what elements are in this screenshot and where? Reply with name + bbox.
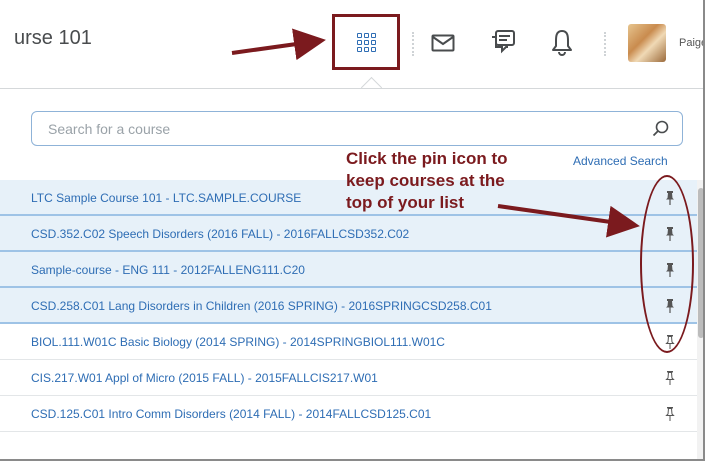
notifications-button[interactable] — [548, 26, 576, 58]
advanced-search-link[interactable]: Advanced Search — [573, 154, 668, 168]
course-list: LTC Sample Course 101 - LTC.SAMPLE.COURS… — [0, 180, 697, 432]
course-link[interactable]: CSD.352.C02 Speech Disorders (2016 FALL)… — [31, 227, 409, 241]
search-field[interactable] — [31, 111, 683, 146]
mail-icon — [431, 34, 455, 52]
annotation-ellipse — [640, 175, 694, 353]
course-row[interactable]: CSD.352.C02 Speech Disorders (2016 FALL)… — [0, 216, 697, 252]
course-title[interactable]: urse 101 — [14, 27, 92, 50]
annotation-text: Click the pin icon to keep courses at th… — [346, 148, 508, 214]
course-link[interactable]: BIOL.111.W01C Basic Biology (2014 SPRING… — [31, 335, 445, 349]
course-row[interactable]: CSD.258.C01 Lang Disorders in Children (… — [0, 288, 697, 324]
course-row[interactable]: CSD.125.C01 Intro Comm Disorders (2014 F… — [0, 396, 697, 432]
chat-icon — [492, 30, 515, 54]
mail-button[interactable] — [428, 30, 458, 56]
separator — [412, 32, 416, 56]
avatar[interactable] — [628, 24, 666, 62]
course-link[interactable]: LTC Sample Course 101 - LTC.SAMPLE.COURS… — [31, 191, 301, 205]
scrollbar[interactable] — [697, 180, 703, 459]
annotation-line: keep courses at the — [346, 171, 505, 190]
course-row[interactable]: BIOL.111.W01C Basic Biology (2014 SPRING… — [0, 324, 697, 360]
course-link[interactable]: CSD.125.C01 Intro Comm Disorders (2014 F… — [31, 407, 431, 421]
annotation-line: top of your list — [346, 193, 465, 212]
pin-icon[interactable] — [664, 406, 676, 427]
pin-icon[interactable] — [664, 370, 676, 391]
navbar: urse 101 Paige — [0, 0, 703, 99]
user-name[interactable]: Paige — [679, 37, 703, 49]
separator — [604, 32, 608, 56]
course-selector-button[interactable] — [332, 14, 400, 70]
annotation-line: Click the pin icon to — [346, 149, 508, 168]
course-selector-panel: Advanced Search LTC Sample Course 101 - … — [0, 88, 703, 459]
course-row[interactable]: CIS.217.W01 Appl of Micro (2015 FALL) - … — [0, 360, 697, 396]
bell-icon — [552, 30, 572, 56]
chat-button[interactable] — [488, 27, 518, 57]
course-selector-icon — [356, 32, 376, 52]
scrollbar-thumb[interactable] — [698, 188, 703, 338]
search-input[interactable] — [46, 117, 620, 141]
course-link[interactable]: CIS.217.W01 Appl of Micro (2015 FALL) - … — [31, 371, 378, 385]
course-row[interactable]: Sample-course - ENG 111 - 2012FALLENG111… — [0, 252, 697, 288]
course-link[interactable]: Sample-course - ENG 111 - 2012FALLENG111… — [31, 263, 305, 277]
course-link[interactable]: CSD.258.C01 Lang Disorders in Children (… — [31, 299, 492, 313]
screenshot-frame: urse 101 Paige Search for a course Advan… — [0, 0, 705, 461]
search-icon[interactable] — [652, 120, 670, 143]
